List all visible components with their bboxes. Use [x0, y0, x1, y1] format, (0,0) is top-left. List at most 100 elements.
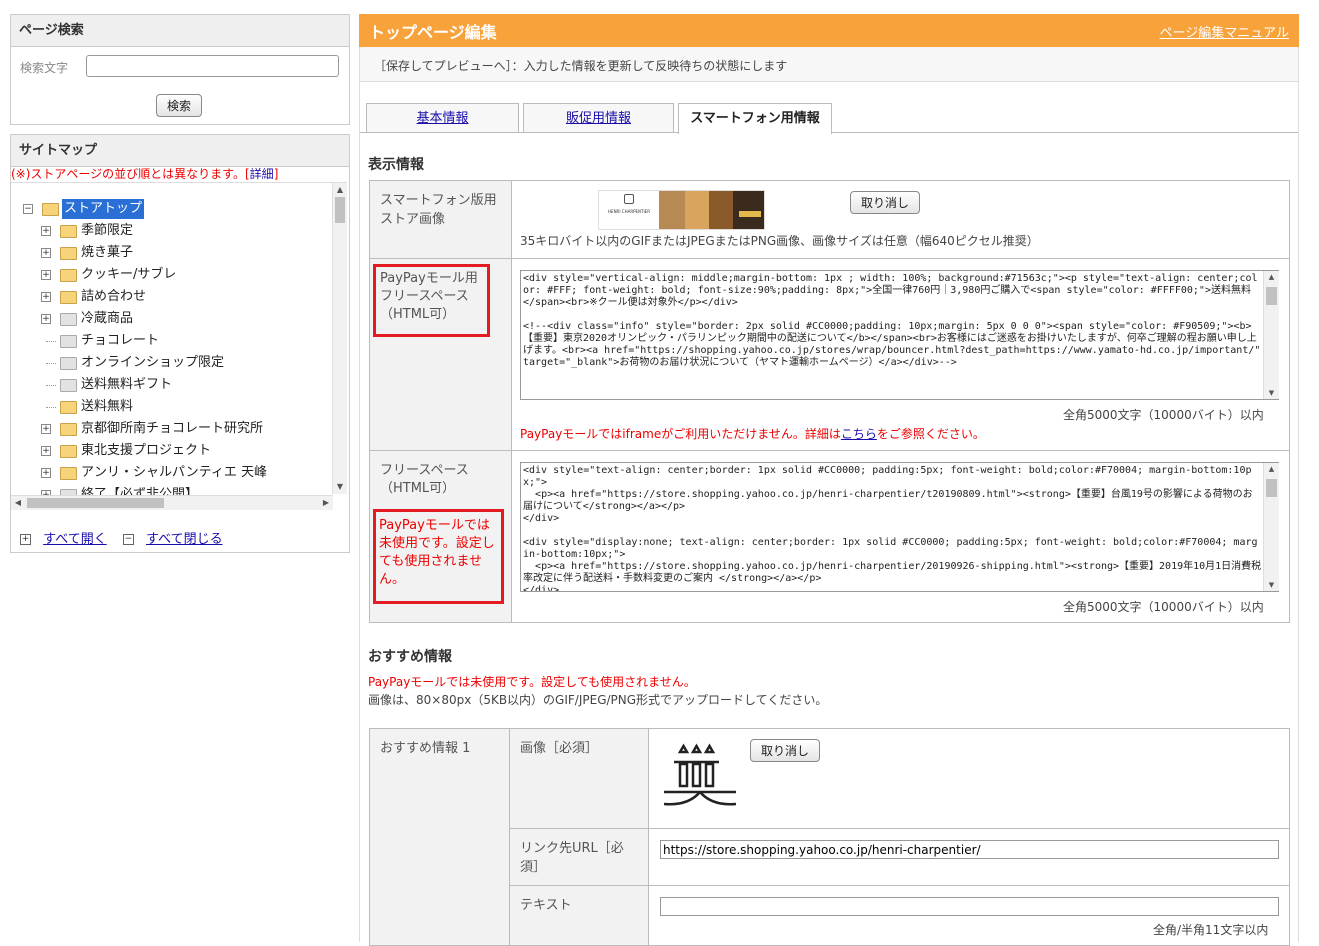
sitemap-detail-link[interactable]: 詳細	[250, 167, 274, 181]
collapse-all-icon[interactable]: −	[122, 534, 134, 545]
folder-icon	[60, 291, 77, 304]
tab-underline-right	[831, 132, 1298, 133]
collapse-icon[interactable]: −	[23, 204, 33, 214]
free-textarea-scrollbar[interactable]: ▲ ▼	[1263, 463, 1279, 591]
recommend-unused-note: PayPayモールでは未使用です。設定しても使用されません。	[368, 675, 696, 689]
paypay-html-textarea[interactable]: <div style="vertical-align: middle;margi…	[520, 270, 1279, 400]
recommend-text-input[interactable]	[660, 897, 1279, 916]
manual-link[interactable]: ページ編集マニュアル	[1160, 22, 1289, 41]
recommend-image-cell	[648, 728, 1290, 829]
tree-item-label[interactable]: 季節限定	[81, 220, 133, 242]
expand-icon[interactable]: +	[41, 248, 51, 258]
tree-item-label[interactable]: クッキー/サブレ	[81, 264, 176, 286]
expand-icon[interactable]: +	[41, 226, 51, 236]
tree-item-label[interactable]: オンラインショップ限定	[81, 352, 224, 374]
tree-item-label[interactable]: 詰め合わせ	[81, 286, 146, 308]
folder-icon	[60, 467, 77, 480]
tree-item-label[interactable]: 冷蔵商品	[81, 308, 133, 330]
free-html-textarea[interactable]: <div style="text-align: center;border: 1…	[520, 462, 1279, 592]
expand-all-icon[interactable]: +	[20, 534, 31, 545]
page-header: トップページ編集 ページ編集マニュアル	[359, 14, 1299, 47]
tree-item-label[interactable]: 東北支援プロジェクト	[81, 440, 211, 462]
search-button[interactable]: 検索	[156, 94, 203, 117]
sitemap-panel: サイトマップ (※)ストアページの並び順とは異なります。[詳細] − ストアトッ…	[10, 134, 350, 553]
recommend-image-note: 画像は、80×80px（5KB以内）のGIF/JPEG/PNG形式でアップロード…	[368, 693, 828, 707]
expand-icon[interactable]: +	[41, 314, 51, 324]
scroll-down-icon[interactable]: ▼	[333, 480, 347, 494]
recommend-url-label: リンク先URL［必須］	[520, 841, 624, 875]
search-label: 検索文字	[20, 61, 69, 75]
banner-photo-1	[659, 191, 685, 229]
sitemap-note: (※)ストアページの並び順とは異なります。[詳細]	[11, 167, 279, 181]
store-image-label-cell: スマートフォン版用ストア画像	[369, 180, 512, 259]
close-all-link[interactable]: すべて閉じる	[146, 532, 223, 547]
banner-photo-3	[709, 191, 733, 229]
store-banner-image: HENRI CHARPENTIER	[598, 190, 765, 230]
recommend-image-cancel-button[interactable]: 取り消し	[750, 739, 821, 762]
store-image-cancel-button[interactable]: 取り消し	[850, 191, 921, 214]
paypay-textarea-scrollbar[interactable]: ▲ ▼	[1263, 271, 1279, 399]
recommend-text-limit: 全角/半角11文字以内	[1153, 923, 1269, 937]
recommend-text-label-cell: テキスト	[509, 885, 649, 946]
recommend-item-label: おすすめ情報 1	[380, 741, 471, 756]
tree-item-label[interactable]: 送料無料	[81, 396, 133, 418]
banner-brand-text: HENRI CHARPENTIER	[608, 209, 650, 214]
folder-icon	[60, 445, 77, 458]
tree-item-label[interactable]: 焼き菓子	[81, 242, 133, 264]
recommend-text-label: テキスト	[520, 898, 572, 913]
expand-icon[interactable]: +	[41, 446, 51, 456]
open-all-link[interactable]: すべて開く	[43, 532, 107, 547]
scroll-up-icon[interactable]: ▲	[1264, 271, 1279, 283]
scroll-left-icon[interactable]: ◀	[11, 496, 25, 510]
tab-smartphone-info[interactable]: スマートフォン用情報	[678, 103, 832, 134]
hscroll-thumb[interactable]	[27, 498, 164, 508]
folder-icon	[60, 247, 77, 260]
expand-icon[interactable]: +	[41, 424, 51, 434]
folder-icon	[60, 269, 77, 282]
expand-icon[interactable]: +	[41, 468, 51, 478]
store-image-label: スマートフォン版用ストア画像	[380, 193, 497, 227]
expand-icon[interactable]: +	[41, 270, 51, 280]
display-section-title: 表示情報	[368, 157, 424, 173]
expand-icon[interactable]: +	[41, 292, 51, 302]
tree-root-label[interactable]: ストアトップ	[62, 199, 145, 219]
scroll-up-icon[interactable]: ▲	[333, 183, 347, 197]
paypay-label-highlight	[373, 264, 490, 337]
tab-basic-info[interactable]: 基本情報	[366, 103, 519, 133]
recommend-item-label-cell: おすすめ情報 1	[369, 728, 510, 946]
tree-hscrollbar[interactable]: ◀ ▶	[11, 495, 333, 510]
notice-bar: ［保存してプレビューへ］：入力した情報を更新して反映待ちの状態にします	[359, 47, 1299, 82]
iframe-note: PayPayモールではiframeがご利用いただけません。詳細はこちらをご参照く…	[520, 427, 985, 441]
tree-item-label[interactable]: 送料無料ギフト	[81, 374, 172, 396]
tree-controls: + すべて開く − すべて閉じる	[20, 528, 223, 547]
scroll-thumb[interactable]	[1266, 287, 1277, 305]
folder-icon	[60, 379, 77, 392]
scroll-thumb[interactable]	[1266, 479, 1277, 497]
folder-icon	[60, 357, 77, 370]
paypay-char-limit: 全角5000文字（10000バイト）以内	[1063, 408, 1264, 422]
search-input[interactable]	[86, 55, 339, 77]
scroll-up-icon[interactable]: ▲	[1264, 463, 1279, 475]
tab-underline	[360, 132, 678, 133]
tree-item-label[interactable]: 京都御所南チョコレート研究所	[81, 418, 263, 440]
recommend-url-input[interactable]	[660, 840, 1279, 859]
recommend-section-title: おすすめ情報	[368, 649, 452, 665]
banner-photo-4	[733, 191, 764, 229]
tree-line	[46, 385, 56, 386]
recommend-url-label-cell: リンク先URL［必須］	[509, 828, 649, 886]
banner-logo: HENRI CHARPENTIER	[599, 191, 659, 229]
tree-vscrollbar[interactable]: ▲ ▼	[332, 183, 347, 494]
tree-item-label[interactable]: チョコレート	[81, 330, 159, 352]
scroll-thumb[interactable]	[335, 197, 345, 223]
page-title: トップページ編集	[369, 23, 497, 42]
scroll-down-icon[interactable]: ▼	[1264, 387, 1279, 399]
tab-promo-info[interactable]: 販促用情報	[523, 103, 674, 133]
recommend-image-label: 画像［必須］	[520, 741, 599, 756]
banner-photo-4-bar	[739, 211, 761, 217]
folder-icon	[60, 335, 77, 348]
free-unused-note: PayPayモールでは未使用です。設定しても使用されません。	[379, 518, 495, 587]
tree-item-label[interactable]: アンリ・シャルパンティエ 天峰	[81, 462, 267, 484]
iframe-detail-link[interactable]: こちら	[841, 427, 877, 441]
scroll-right-icon[interactable]: ▶	[319, 496, 333, 510]
scroll-down-icon[interactable]: ▼	[1264, 579, 1279, 591]
